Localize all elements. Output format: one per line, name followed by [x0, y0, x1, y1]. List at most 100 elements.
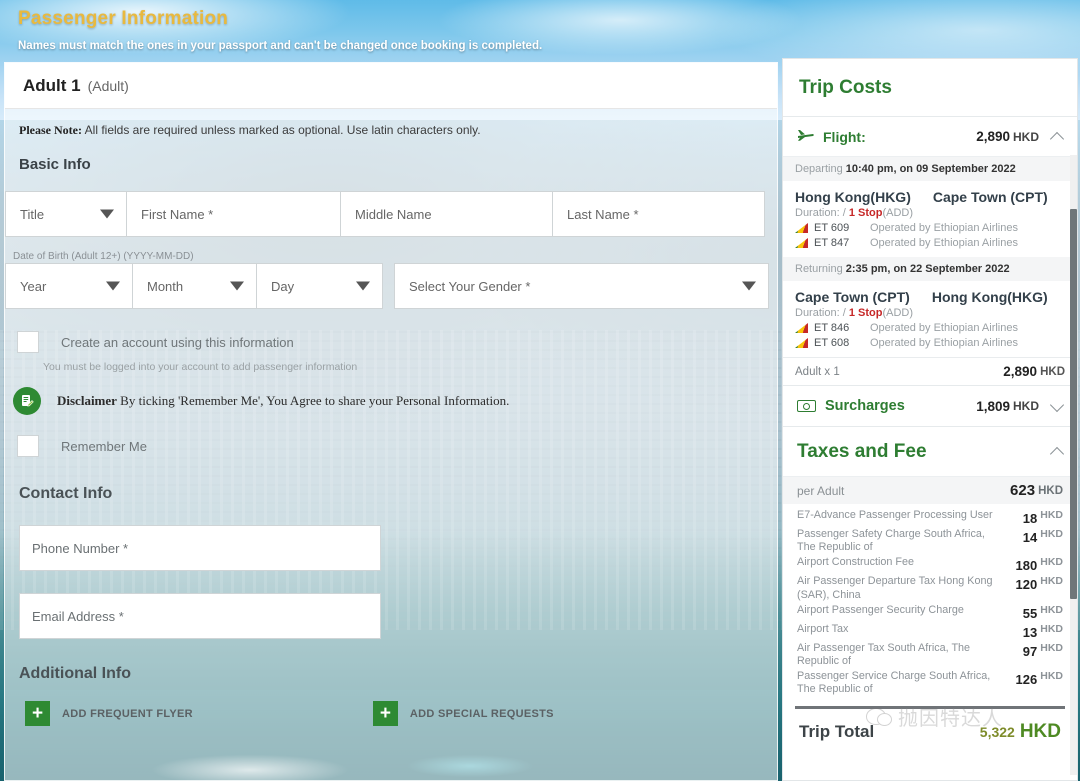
phone-number-input[interactable]: Phone Number *: [19, 525, 381, 571]
departing-label: Departing: [795, 163, 843, 175]
dob-gender-row: Date of Birth (Adult 12+) (YYYY-MM-DD) Y…: [5, 251, 777, 309]
segment-operator: Operated by Ethiopian Airlines: [870, 322, 1018, 334]
dob-year-select[interactable]: Year: [5, 263, 133, 309]
adult-fare-row: Adult x 1 2,890 HKD: [783, 357, 1077, 385]
segment-operator: Operated by Ethiopian Airlines: [870, 222, 1018, 234]
surcharges-currency: HKD: [1013, 399, 1039, 413]
gender-select[interactable]: Select Your Gender *: [394, 263, 769, 309]
tax-item-currency: HKD: [1040, 575, 1063, 588]
dob-day-select[interactable]: Day: [257, 263, 383, 309]
departing-band: Departing 10:40 pm, on 09 September 2022: [783, 157, 1077, 181]
plus-icon[interactable]: +: [25, 701, 50, 726]
page-header: Passenger Information Names must match t…: [0, 0, 1080, 52]
tax-item-amount: 120: [1015, 577, 1038, 593]
add-special-requests-button[interactable]: ADD SPECIAL REQUESTS: [410, 708, 554, 720]
passenger-heading: Adult 1: [23, 75, 81, 95]
chevron-down-icon: [742, 281, 756, 291]
dob-month-select[interactable]: Month: [133, 263, 257, 309]
tax-item-amount: 126: [1015, 672, 1038, 688]
add-frequent-flyer-button[interactable]: ADD FREQUENT FLYER: [62, 708, 193, 720]
name-row: Title First Name * Middle Name Last Name…: [5, 191, 777, 237]
tax-item-name: Air Passenger Departure Tax Hong Kong (S…: [797, 575, 993, 601]
middle-name-placeholder: Middle Name: [355, 206, 432, 222]
banknote-icon: [797, 400, 816, 412]
email-address-placeholder: Email Address *: [32, 608, 124, 624]
inbound-destination: Hong Kong(HKG): [931, 289, 1048, 305]
flight-segment: ET 609 Operated by Ethiopian Airlines: [795, 222, 1065, 234]
chevron-down-icon: [356, 281, 370, 291]
date-of-birth-group: Date of Birth (Adult 12+) (YYYY-MM-DD) Y…: [5, 251, 383, 309]
chevron-down-icon[interactable]: [1051, 400, 1063, 412]
chevron-up-icon[interactable]: [1051, 446, 1063, 458]
outbound-leg: Hong Kong(HKG) Cape Town (CPT) Duration:…: [783, 181, 1077, 257]
first-name-input[interactable]: First Name *: [127, 191, 341, 237]
tax-item-amount: 13: [1022, 624, 1038, 640]
chevron-down-icon: [100, 209, 114, 219]
returning-datetime: 2:35 pm, on 22 September 2022: [845, 263, 1010, 275]
ethiopian-tail-icon: [795, 238, 808, 248]
surcharges-amount: 1,809: [976, 398, 1010, 414]
remember-me-label: Remember Me: [61, 438, 147, 454]
last-name-placeholder: Last Name *: [567, 206, 639, 222]
passenger-form-panel: Adult 1 (Adult) Please Note: All fields …: [4, 62, 778, 781]
inbound-duration: Duration: / 1 Stop(ADD): [795, 307, 1065, 319]
create-account-label: Create an account using this information: [61, 334, 294, 350]
passenger-type: (Adult): [87, 77, 129, 94]
chevron-down-icon: [230, 281, 244, 291]
tax-item: Airport Tax 13 HKD: [797, 623, 1063, 640]
tax-item-currency: HKD: [1040, 622, 1063, 635]
create-account-row[interactable]: Create an account using this information: [5, 331, 777, 353]
flight-label: Flight:: [823, 128, 866, 145]
inbound-cities: Cape Town (CPT) Hong Kong(HKG): [795, 289, 1065, 305]
per-adult-label: per Adult: [797, 483, 845, 498]
tax-item-name: Passenger Service Charge South Africa, T…: [797, 670, 991, 696]
taxes-header[interactable]: Taxes and Fee: [783, 427, 1077, 477]
last-name-input[interactable]: Last Name *: [553, 191, 765, 237]
email-address-input[interactable]: Email Address *: [19, 593, 381, 639]
additional-actions-row: + ADD FREQUENT FLYER + ADD SPECIAL REQUE…: [5, 701, 777, 726]
surcharges-row[interactable]: Surcharges 1,809 HKD: [783, 385, 1077, 427]
flight-segment: ET 608 Operated by Ethiopian Airlines: [795, 337, 1065, 349]
page-title: Passenger Information: [18, 8, 229, 29]
segment-number: ET 847: [814, 237, 850, 249]
adult-fare-currency: HKD: [1040, 365, 1065, 378]
per-adult-currency: HKD: [1038, 484, 1063, 497]
flight-row[interactable]: Flight: 2,890 HKD: [783, 117, 1077, 157]
tax-item-name: Passenger Safety Charge South Africa, Th…: [797, 528, 985, 554]
passenger-header: Adult 1 (Adult): [5, 63, 777, 109]
plus-icon[interactable]: +: [372, 701, 398, 726]
tax-item: E7-Advance Passenger Processing User 18 …: [797, 509, 1063, 526]
create-account-help: You must be logged into your account to …: [43, 361, 358, 373]
remember-me-checkbox[interactable]: [17, 435, 39, 457]
tax-item-name: Airport Construction Fee: [797, 556, 915, 569]
first-name-placeholder: First Name *: [141, 206, 214, 222]
flight-segment: ET 847 Operated by Ethiopian Airlines: [795, 237, 1065, 249]
tax-item-amount: 180: [1015, 558, 1038, 574]
inbound-origin: Cape Town (CPT): [795, 289, 910, 305]
chevron-down-icon: [106, 281, 120, 291]
middle-name-input[interactable]: Middle Name: [341, 191, 553, 237]
disclaimer-row: Disclaimer By ticking 'Remember Me', You…: [5, 387, 777, 415]
inbound-stop-airport: (ADD): [882, 307, 914, 319]
flight-amount: 2,890: [976, 129, 1010, 144]
ethiopian-tail-icon: [795, 338, 808, 348]
tax-item-currency: HKD: [1040, 556, 1063, 569]
trip-costs-title: Trip Costs: [799, 76, 892, 98]
tax-item: Airport Construction Fee 180 HKD: [797, 556, 1063, 573]
outbound-duration-label: Duration:: [795, 207, 840, 219]
segment-number: ET 846: [814, 322, 850, 334]
create-account-checkbox[interactable]: [17, 331, 39, 353]
remember-me-row[interactable]: Remember Me: [5, 435, 777, 457]
returning-band: Returning 2:35 pm, on 22 September 2022: [783, 257, 1077, 281]
chevron-up-icon[interactable]: [1051, 131, 1063, 143]
tax-item-currency: HKD: [1040, 528, 1063, 540]
title-select[interactable]: Title: [5, 191, 127, 237]
basic-info-title: Basic Info: [19, 156, 91, 173]
segment-number: ET 608: [814, 337, 850, 349]
ethiopian-tail-icon: [795, 223, 808, 233]
outbound-duration-value: /: [842, 207, 846, 219]
sidebar-scrollbar-thumb[interactable]: [1070, 209, 1077, 599]
contact-info-title: Contact Info: [19, 485, 113, 502]
tax-item: Air Passenger Departure Tax Hong Kong (S…: [797, 575, 1063, 601]
adult-fare-amount: 2,890: [1003, 364, 1038, 379]
